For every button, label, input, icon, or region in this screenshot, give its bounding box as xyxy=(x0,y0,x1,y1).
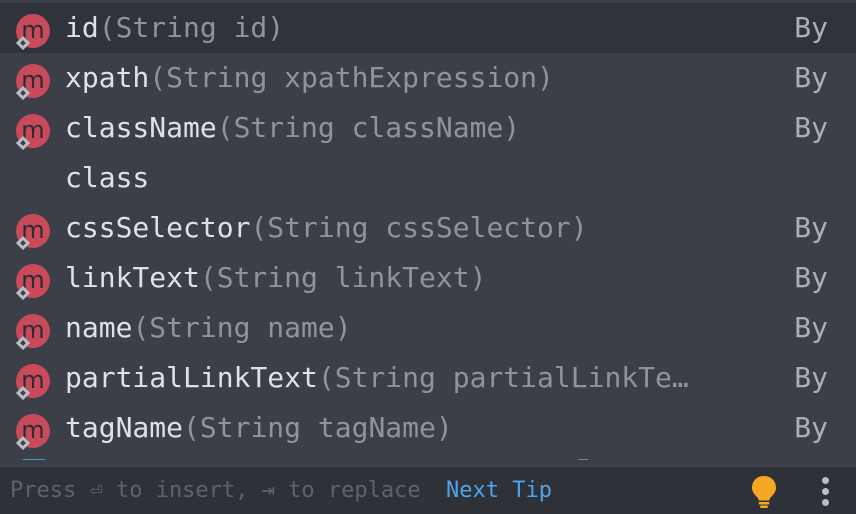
method-icon: m xyxy=(16,64,50,100)
next-item-text-peek xyxy=(578,459,588,460)
item-params: (String linkText) xyxy=(199,261,487,294)
method-icon: m xyxy=(16,214,50,250)
method-icon: m xyxy=(16,414,50,450)
method-icon: m xyxy=(16,14,50,50)
next-item-icon-peek xyxy=(22,459,46,460)
item-type: By xyxy=(794,211,828,244)
completion-popup: m id(String id) By m xpath(String xpathE… xyxy=(0,0,856,514)
item-name: name xyxy=(65,311,133,344)
more-vertical-icon[interactable] xyxy=(816,475,836,509)
completion-item-classname[interactable]: m className(String className) By xyxy=(0,103,856,153)
completion-item-tagname[interactable]: m tagName(String tagName) By xyxy=(0,403,856,453)
item-params: (String xpathExpression) xyxy=(149,61,554,94)
item-name: cssSelector xyxy=(65,211,251,244)
item-name: partialLinkText xyxy=(65,361,318,394)
item-name: xpath xyxy=(65,61,150,94)
item-params: (String partialLinkTe… xyxy=(317,361,689,394)
item-type: By xyxy=(794,311,828,344)
item-type: By xyxy=(794,111,828,144)
popup-footer: Press ⏎ to insert, ⇥ to replace Next Tip xyxy=(0,466,856,514)
item-name: linkText xyxy=(65,261,200,294)
completion-list: m id(String id) By m xpath(String xpathE… xyxy=(0,0,856,460)
completion-item-class[interactable]: class xyxy=(0,153,856,203)
item-type: By xyxy=(794,361,828,394)
item-name: class xyxy=(65,161,150,194)
item-params: (String id) xyxy=(98,11,285,44)
item-name: tagName xyxy=(65,411,184,444)
completion-item-cssselector[interactable]: m cssSelector(String cssSelector) By xyxy=(0,203,856,253)
method-icon: m xyxy=(16,264,50,300)
item-name: id xyxy=(65,11,99,44)
lightbulb-icon[interactable] xyxy=(750,475,778,509)
completion-item-xpath[interactable]: m xpath(String xpathExpression) By xyxy=(0,53,856,103)
next-tip-link[interactable]: Next Tip xyxy=(446,467,552,514)
method-icon: m xyxy=(16,314,50,350)
item-name: className xyxy=(65,111,217,144)
item-type: By xyxy=(794,11,828,44)
method-icon: m xyxy=(16,364,50,400)
completion-item-linktext[interactable]: m linkText(String linkText) By xyxy=(0,253,856,303)
method-icon: m xyxy=(16,114,50,150)
item-params: (String className) xyxy=(216,111,521,144)
completion-item-id[interactable]: m id(String id) By xyxy=(0,3,856,53)
insert-replace-hint: Press ⏎ to insert, ⇥ to replace xyxy=(10,478,421,503)
item-type: By xyxy=(794,61,828,94)
item-params: (String tagName) xyxy=(183,411,453,444)
item-type: By xyxy=(794,261,828,294)
item-params: (String name) xyxy=(132,311,352,344)
completion-item-name[interactable]: m name(String name) By xyxy=(0,303,856,353)
item-type: By xyxy=(794,411,828,444)
completion-item-partiallinktext[interactable]: m partialLinkText(String partialLinkTe… … xyxy=(0,353,856,403)
item-params: (String cssSelector) xyxy=(250,211,588,244)
